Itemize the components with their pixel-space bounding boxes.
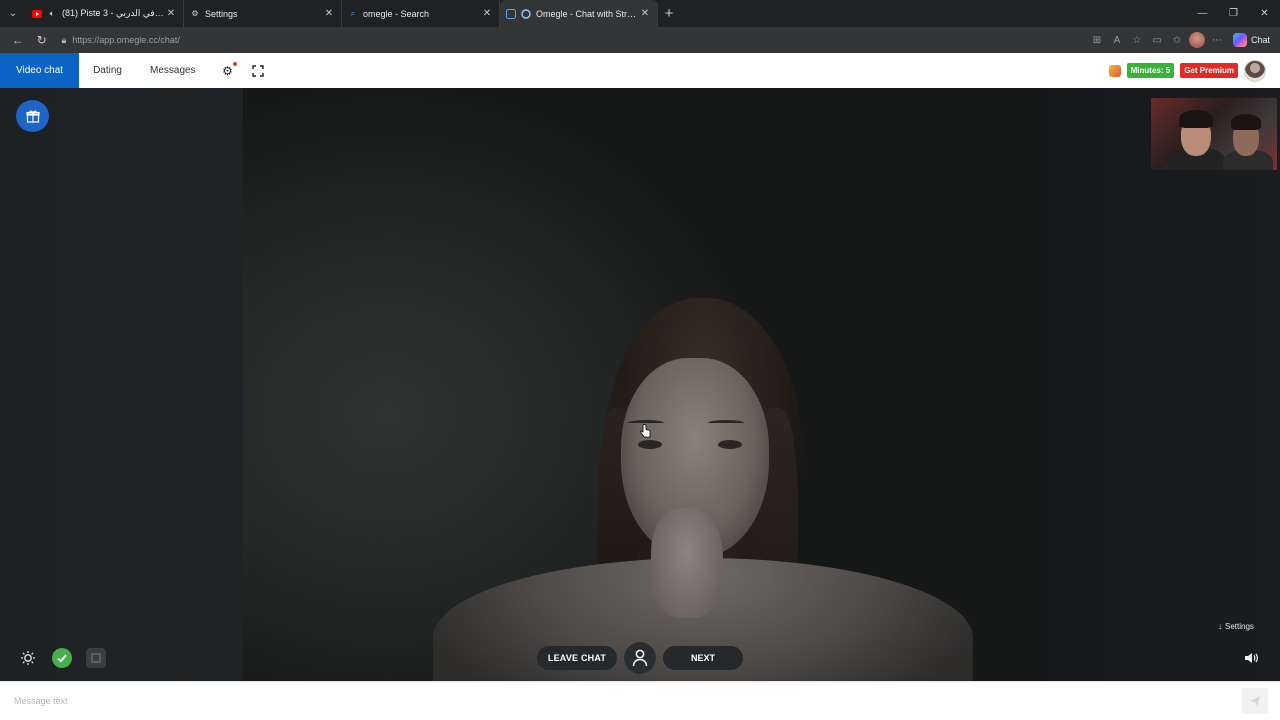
more-icon[interactable]: ⋯ <box>1209 31 1225 49</box>
toolbar-right: ⊞ A ☆ ▭ ✩ ⋯ Chat <box>1089 31 1274 49</box>
close-tab-icon[interactable]: ✕ <box>165 8 177 19</box>
profile-avatar[interactable] <box>1189 32 1205 48</box>
send-icon <box>1250 696 1260 706</box>
tab-title: Omegle - Chat with Strangers <box>536 8 639 19</box>
omegle-icon <box>521 8 531 19</box>
send-button[interactable] <box>1242 688 1268 714</box>
lock-icon[interactable]: 🔒︎ <box>61 35 66 46</box>
copilot-label: Chat <box>1251 35 1271 45</box>
gift-button[interactable] <box>16 100 49 132</box>
read-aloud-icon[interactable]: A <box>1109 31 1125 49</box>
tab-title: (81) Piste 3 - ش كان في الدربي <box>62 8 165 18</box>
message-bar <box>0 681 1280 720</box>
user-avatar[interactable] <box>1244 59 1266 82</box>
leave-chat-button[interactable]: LEAVE CHAT <box>537 646 617 670</box>
settings-gear-icon[interactable]: ⚙ <box>216 53 240 88</box>
video-right-padding <box>1037 88 1280 681</box>
tab-search[interactable]: ⌕ omegle - Search ✕ <box>342 0 500 27</box>
close-tab-icon[interactable]: ✕ <box>481 8 493 19</box>
gift-icon <box>25 110 40 123</box>
stranger-person <box>243 88 1037 681</box>
tab-list-chevron-icon[interactable]: ⌄ <box>0 0 26 27</box>
gear-icon: ⚙ <box>191 9 199 18</box>
hand-cursor-icon <box>639 424 651 438</box>
speaker-icon[interactable]: 🔈︎ <box>47 9 57 19</box>
nav-dating[interactable]: Dating <box>79 53 136 88</box>
video-left-padding <box>0 88 243 681</box>
back-icon[interactable]: ← <box>6 29 30 51</box>
tab-title: omegle - Search <box>363 8 430 19</box>
address-bar: ← ↻ 🔒︎ https://app.omegle.cc/chat/ ⊞ A ☆… <box>0 27 1280 53</box>
brightness-icon[interactable] <box>18 648 38 668</box>
fullscreen-icon[interactable] <box>246 53 270 88</box>
tab-title: Settings <box>205 8 238 19</box>
get-premium-button[interactable]: Get Premium <box>1180 63 1238 78</box>
close-tab-icon[interactable]: ✕ <box>639 8 651 19</box>
minutes-badge[interactable]: Minutes: 5 <box>1126 63 1175 78</box>
copilot-button[interactable]: Chat <box>1229 33 1274 47</box>
reload-icon[interactable]: ↻ <box>30 29 54 51</box>
new-tab-button[interactable]: + <box>658 0 680 27</box>
copilot-icon <box>1233 33 1247 47</box>
next-button[interactable]: NEXT <box>663 646 743 670</box>
youtube-icon <box>32 9 42 19</box>
user-profile-button[interactable] <box>624 642 656 674</box>
site-header: Video chat Dating Messages ⚙ Minutes: 5 … <box>0 53 1280 88</box>
left-controls <box>18 648 106 668</box>
url-text: https://app.omegle.cc/chat/ <box>72 35 180 45</box>
window-controls: — ❐ ✕ <box>1187 0 1280 27</box>
screenshot-icon[interactable] <box>86 648 106 668</box>
self-camera-preview[interactable] <box>1151 98 1277 170</box>
close-tab-icon[interactable]: ✕ <box>323 8 335 19</box>
nav-video-chat[interactable]: Video chat <box>0 53 80 88</box>
tab-settings[interactable]: ⚙ Settings ✕ <box>184 0 342 27</box>
user-icon <box>632 649 648 667</box>
close-window-icon[interactable]: ✕ <box>1249 0 1280 27</box>
nav-messages[interactable]: Messages <box>136 53 210 88</box>
coins-icon[interactable] <box>1108 64 1121 77</box>
message-input[interactable] <box>14 688 1240 714</box>
volume-icon[interactable] <box>1243 650 1259 666</box>
minimize-icon[interactable]: — <box>1187 0 1218 27</box>
arrow-down-icon: ↓ <box>1218 622 1222 631</box>
tab-youtube[interactable]: 🔈︎ (81) Piste 3 - ش كان في الدربي ✕ <box>26 0 184 27</box>
tab-omegle[interactable]: Omegle - Chat with Strangers ✕ <box>500 0 658 27</box>
browser-tabstrip: ⌄ 🔈︎ (81) Piste 3 - ش كان في الدربي ✕ ⚙ … <box>0 0 1280 27</box>
tab-group-icon <box>506 8 516 19</box>
search-icon: ⌕ <box>350 8 356 18</box>
split-screen-icon[interactable]: ▭ <box>1149 31 1165 49</box>
settings-label: Settings <box>1225 622 1254 631</box>
favorites-icon[interactable]: ✩ <box>1169 31 1185 49</box>
video-stage: LEAVE CHAT NEXT ↓ Settings <box>0 88 1280 681</box>
restore-icon[interactable]: ❐ <box>1218 0 1249 27</box>
favorite-star-icon[interactable]: ☆ <box>1129 31 1145 49</box>
url-field[interactable]: 🔒︎ https://app.omegle.cc/chat/ <box>57 30 1071 50</box>
apps-icon[interactable]: ⊞ <box>1089 31 1105 49</box>
check-icon[interactable] <box>52 648 72 668</box>
header-right: Minutes: 5 Get Premium <box>1108 59 1280 82</box>
video-settings-link[interactable]: ↓ Settings <box>1218 622 1254 631</box>
stranger-video[interactable] <box>243 88 1037 681</box>
